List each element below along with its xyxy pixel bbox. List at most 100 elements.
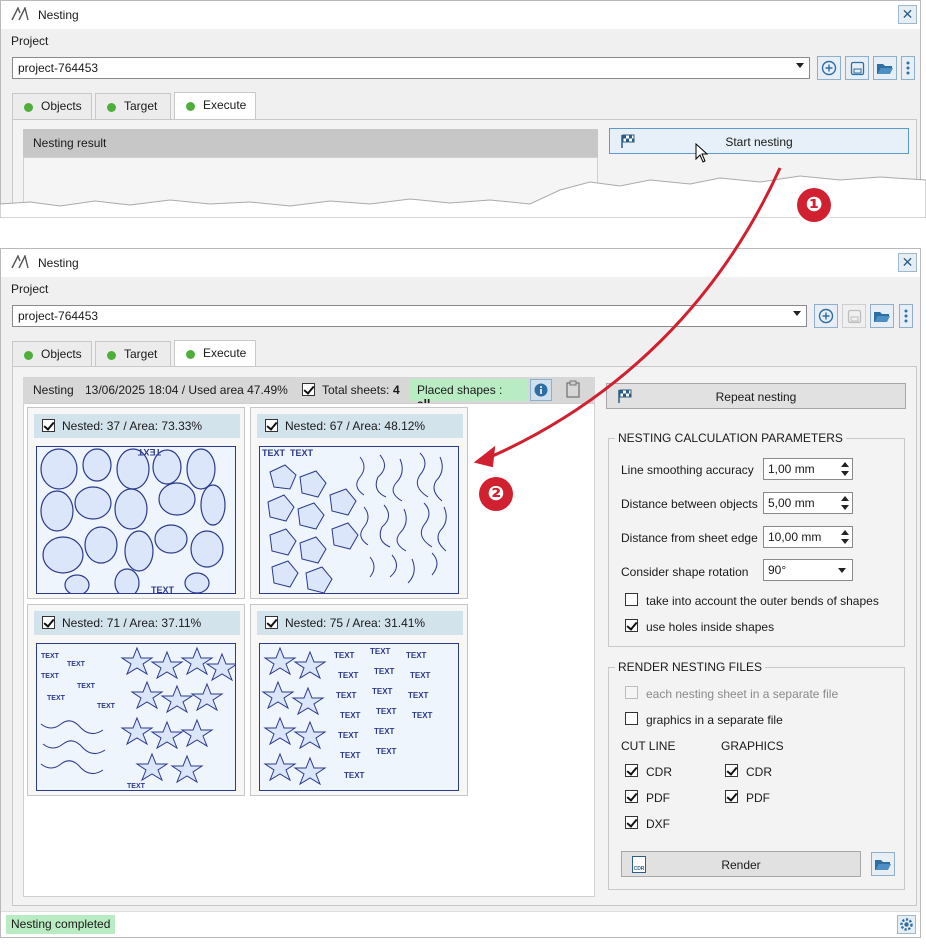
spin-up-icon[interactable] (841, 462, 849, 467)
open-project-button[interactable] (870, 304, 894, 328)
sheet-checkbox[interactable] (42, 616, 55, 629)
repeat-nesting-button[interactable]: Repeat nesting (606, 383, 906, 409)
status-dot-icon (107, 103, 116, 112)
save-icon (850, 61, 864, 75)
graphics-pdf-checkbox[interactable] (725, 790, 738, 803)
distance-objects-label: Distance between objects (621, 497, 758, 511)
info-button[interactable] (530, 379, 552, 401)
chevron-down-icon (838, 568, 846, 573)
chevron-down-icon (796, 63, 804, 68)
add-project-button[interactable] (817, 56, 841, 80)
tab-objects-label: Objects (41, 347, 82, 361)
project-label: Project (11, 34, 49, 48)
more-options-button[interactable] (899, 304, 913, 328)
close-icon: ✕ (901, 254, 914, 270)
smoothing-label: Line smoothing accuracy (621, 463, 754, 477)
total-sheets-checkbox[interactable] (302, 383, 315, 396)
sheet-art-text: TEXT (41, 673, 60, 680)
sheet-art-text: TEXT (97, 703, 116, 710)
graphics-cdr-checkbox[interactable] (725, 764, 738, 777)
tab-execute[interactable]: Execute (174, 340, 256, 368)
info-icon (534, 383, 548, 397)
sheet-art-text: TEXT (338, 671, 359, 680)
project-select[interactable]: project-764453 (12, 305, 807, 327)
gear-icon (900, 918, 913, 931)
clipboard-button[interactable] (565, 380, 585, 400)
sheet-art-text: TEXT (412, 711, 433, 720)
close-button[interactable]: ✕ (898, 253, 917, 272)
step-marker-1: ❶ (797, 188, 831, 222)
cut-line-dxf-label: DXF (646, 817, 670, 831)
tab-target[interactable]: Target (95, 93, 171, 119)
sheet-art-text: TEXT (336, 691, 357, 700)
title-bar: Nesting ✕ (1, 1, 920, 29)
spin-down-icon[interactable] (841, 505, 849, 510)
distance-edge-input[interactable]: 10,00 mm (763, 526, 853, 548)
tab-objects[interactable]: Objects (12, 341, 92, 367)
total-sheets-value: 4 (393, 383, 400, 397)
close-button[interactable]: ✕ (898, 5, 917, 24)
sheet-art-text: TEXT (344, 771, 365, 780)
sheet-art-text: TEXT (372, 687, 393, 696)
rotation-label: Consider shape rotation (621, 565, 749, 579)
tab-objects[interactable]: Objects (12, 93, 92, 119)
nesting-result-header: Nesting result (23, 129, 598, 157)
clipboard-icon (566, 380, 580, 398)
use-holes-label: use holes inside shapes (646, 620, 775, 634)
sheet-art-text: TEXT (410, 671, 431, 680)
folder-open-icon (874, 311, 890, 322)
smoothing-input[interactable]: 1,00 mm (763, 458, 853, 480)
render-button[interactable]: CDR Render (621, 851, 861, 877)
sheet-art-text: TEXT (338, 731, 359, 740)
sheet-checkbox[interactable] (265, 419, 278, 432)
spin-down-icon[interactable] (841, 539, 849, 544)
tab-execute[interactable]: Execute (174, 92, 256, 120)
sheet-card[interactable]: Nested: 71 / Area: 37.11% TEXT TEXT TEXT… (27, 604, 245, 796)
distance-objects-input[interactable]: 5,00 mm (763, 492, 853, 514)
project-label: Project (11, 282, 49, 296)
sheet-art-text: TEXT (376, 707, 397, 716)
spin-up-icon[interactable] (841, 530, 849, 535)
rotation-select[interactable]: 90° (763, 559, 853, 581)
main-window: Nesting ✕ Project project-764453 Objects… (0, 248, 921, 938)
summary-label: Nesting (33, 383, 74, 397)
open-project-button[interactable] (873, 56, 897, 80)
tab-target[interactable]: Target (95, 341, 171, 367)
spin-down-icon[interactable] (841, 471, 849, 476)
sheet-card[interactable]: Nested: 67 / Area: 48.12% TEXT TEXT (250, 407, 468, 599)
project-select[interactable]: project-764453 (12, 57, 810, 79)
use-holes-checkbox[interactable] (625, 619, 638, 632)
sheet-art-text: TEXT (41, 653, 60, 660)
sheet-header: Nested: 37 / Area: 73.33% (34, 414, 240, 438)
more-vertical-icon (904, 309, 908, 323)
placed-shapes-label: Placed shapes : (417, 383, 503, 397)
outer-bends-checkbox[interactable] (625, 593, 638, 606)
sheet-label: Nested: 67 / Area: 48.12% (285, 419, 426, 433)
sheet-checkbox[interactable] (42, 419, 55, 432)
project-select-value: project-764453 (18, 309, 99, 323)
separate-sheet-checkbox[interactable] (625, 686, 638, 699)
cut-line-pdf-checkbox[interactable] (625, 790, 638, 803)
cut-line-dxf-checkbox[interactable] (625, 816, 638, 829)
settings-button[interactable] (897, 915, 916, 934)
save-project-button[interactable] (842, 304, 866, 328)
distance-objects-value: 5,00 mm (768, 496, 815, 510)
separate-graphics-checkbox[interactable] (625, 712, 638, 725)
sheet-checkbox[interactable] (265, 616, 278, 629)
separate-sheet-label: each nesting sheet in a separate file (646, 687, 839, 701)
start-nesting-button[interactable]: Start nesting (609, 128, 909, 154)
sheet-card[interactable]: Nested: 75 / Area: 31.41% TEXT TEXT TEXT… (250, 604, 468, 796)
open-output-folder-button[interactable] (871, 852, 895, 876)
sheet-art-text: TEXT (290, 448, 314, 458)
sheet-art-text: TEXT (137, 447, 161, 457)
spin-up-icon[interactable] (841, 496, 849, 501)
cut-line-cdr-checkbox[interactable] (625, 764, 638, 777)
sheet-card[interactable]: Nested: 37 / Area: 73.33% TEXT TEXT (27, 407, 245, 599)
sheet-art-text: TEXT (374, 727, 395, 736)
save-project-button[interactable] (845, 56, 869, 80)
add-project-button[interactable] (814, 304, 838, 328)
plus-circle-icon (818, 308, 834, 324)
status-message: Nesting completed (6, 915, 116, 934)
sheet-art-text: TEXT (127, 783, 146, 790)
more-options-button[interactable] (901, 56, 915, 80)
